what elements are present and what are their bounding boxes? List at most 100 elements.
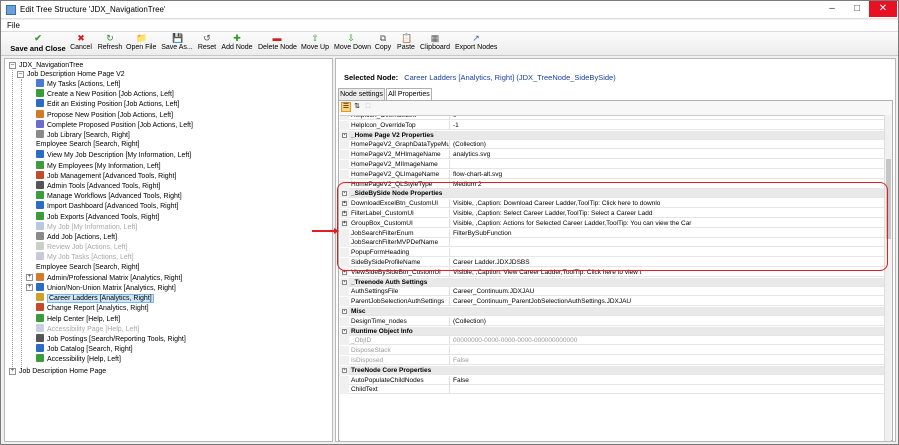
property-value[interactable]: False xyxy=(453,376,883,385)
expand-toggle[interactable]: + xyxy=(342,269,347,275)
expand-toggle[interactable]: - xyxy=(342,328,347,334)
property-row[interactable]: ChildText xyxy=(340,385,885,395)
tree-node[interactable]: My Job Tasks [Actions, Left] xyxy=(36,252,134,261)
tree-node[interactable]: Create a New Position [Job Actions, Left… xyxy=(36,89,174,98)
close-button[interactable]: ✕ xyxy=(869,1,897,17)
property-category[interactable]: - _SideBySide Node Properties xyxy=(340,189,885,199)
property-value[interactable]: Career_Continuum_ParentJobSelectionAuthS… xyxy=(453,297,883,306)
property-row[interactable]: HelpIcon_OverrideTop -1 xyxy=(340,120,885,130)
copy-button[interactable]: ⧉ Copy xyxy=(373,33,393,55)
property-pages-icon[interactable]: □ xyxy=(363,102,373,112)
property-category[interactable]: - Misc xyxy=(340,307,885,316)
sort-alpha-icon[interactable]: ⇅ xyxy=(352,102,362,112)
property-row[interactable]: AutoPopulateChildNodes False xyxy=(340,375,885,385)
expand-home-v2-toggle[interactable]: – xyxy=(17,71,24,78)
property-value[interactable]: Visible, ,Caption: Select Career Ladder,… xyxy=(453,209,883,218)
expand-toggle[interactable]: + xyxy=(342,211,347,216)
property-row[interactable]: HomePageV2_QLStyleType Medium 2 xyxy=(340,179,885,189)
minimize-button[interactable]: – xyxy=(819,1,845,17)
categorized-icon[interactable]: ☰ xyxy=(341,102,351,112)
tree-node-home-v2[interactable]: Job Description Home Page V2 xyxy=(27,70,125,79)
move-up-button[interactable]: ⇧ Move Up xyxy=(301,33,329,55)
tree-node[interactable]: Job Exports [Advanced Tools, Right] xyxy=(36,211,159,221)
tree-node[interactable]: Accessibility Page [Help, Left] xyxy=(36,323,139,333)
property-row[interactable]: AuthSettingsFile Career_Continuum.JDXJAU xyxy=(340,287,885,297)
property-row[interactable]: DisposeStack xyxy=(340,346,885,356)
maximize-button[interactable]: □ xyxy=(844,1,870,17)
tree-node[interactable]: Employee Search [Search, Right] xyxy=(36,140,140,149)
tree-node[interactable]: Edit an Existing Position [Job Actions, … xyxy=(36,99,179,108)
property-row[interactable]: HomePageV2_GraphDataTypeMulti (Collection… xyxy=(340,140,885,150)
property-row[interactable]: + ViewSideBySideBtn_CustomUI Visible, ,Cap… xyxy=(340,267,885,277)
expand-toggle[interactable]: + xyxy=(342,220,347,226)
property-grid-scrollbar[interactable] xyxy=(884,115,891,441)
tree-node[interactable]: Admin/Professional Matrix [Analytics, Ri… xyxy=(36,272,182,282)
property-row[interactable]: JobSearchFilterEnum FilterBySubFunction xyxy=(340,228,885,238)
save-as-button[interactable]: 💾 Save As... xyxy=(161,33,193,55)
move-down-button[interactable]: ⇩ Move Down xyxy=(334,33,371,55)
property-row[interactable]: _ObjID 00000000-0000-0000-0000-0000000000… xyxy=(340,336,885,346)
property-row[interactable]: DesignTime_nodes (Collection) xyxy=(340,316,885,326)
expand-toggle[interactable]: - xyxy=(342,279,347,285)
tree-node[interactable]: My Job [My Information, Left] xyxy=(36,221,137,231)
property-row[interactable]: HomePageV2_QLImageName flow-chart-alt.svg xyxy=(340,169,885,179)
tree-node[interactable]: Import Dashboard [Advanced Tools, Right] xyxy=(36,201,178,210)
property-category[interactable]: - _Treenode Auth Settings xyxy=(340,277,885,287)
export-nodes-button[interactable]: ↗ Export Nodes xyxy=(455,33,497,55)
tab-node-settings[interactable]: Node settings xyxy=(338,88,385,100)
expand-toggle[interactable]: + xyxy=(26,284,33,291)
property-row[interactable]: JobSearchFilterMVPDefName xyxy=(340,238,885,248)
property-value[interactable]: analytics.svg xyxy=(453,150,883,159)
tree-node[interactable]: Job Catalog [Search, Right] xyxy=(36,344,133,353)
property-category[interactable]: - Runtime Object Info xyxy=(340,326,885,336)
expand-root-toggle[interactable]: – xyxy=(9,62,16,69)
delete-node-button[interactable]: ▬ Delete Node xyxy=(258,33,297,55)
expand-toggle[interactable]: + xyxy=(26,273,33,281)
tree-node[interactable]: Job Postings [Search/Reporting Tools, Ri… xyxy=(36,334,186,343)
property-value[interactable]: -1 xyxy=(453,121,883,130)
tree-node[interactable]: Propose New Position [Job Actions, Left] xyxy=(36,109,173,119)
property-value[interactable]: Visible, ,Caption: Download Career Ladde… xyxy=(453,199,883,208)
expand-toggle[interactable]: - xyxy=(342,132,347,138)
menu-file[interactable]: File xyxy=(7,21,20,30)
tree-node[interactable]: My Employees [My Information, Left] xyxy=(36,160,161,170)
expand-toggle[interactable]: - xyxy=(342,191,347,197)
refresh-button[interactable]: ↻ Refresh xyxy=(96,33,124,55)
property-row[interactable]: + FilterLabel_CustomUI Visible, ,Caption: … xyxy=(340,209,885,218)
tree-node-home[interactable]: Job Description Home Page xyxy=(19,367,106,376)
tree-node[interactable]: Complete Proposed Position [Job Actions,… xyxy=(36,119,193,129)
tree-node[interactable]: My Tasks [Actions, Left] xyxy=(36,79,120,88)
property-row[interactable]: HelpIcon_OverrideLeft 0 xyxy=(340,116,885,120)
expand-home-toggle[interactable]: + xyxy=(9,368,16,375)
tree-node[interactable]: Career Ladders [Analytics, Right] xyxy=(36,293,154,304)
property-category[interactable]: - TreeNode Core Properties xyxy=(340,365,885,375)
tree-node[interactable]: Accessibility [Help, Left] xyxy=(36,354,121,363)
property-value[interactable]: Visible, ,Caption: View Career Ladder,To… xyxy=(453,268,883,277)
open-file-button[interactable]: 📁 Open File xyxy=(126,33,156,55)
property-value[interactable]: Medium 2 xyxy=(453,180,883,189)
tree-node[interactable]: Manage Workflows [Advanced Tools, Right] xyxy=(36,191,182,200)
property-value[interactable]: (Collection) xyxy=(453,317,883,326)
cancel-button[interactable]: ✖ Cancel xyxy=(69,33,93,55)
property-value[interactable]: 0 xyxy=(453,116,883,120)
reset-button[interactable]: ↺ Reset xyxy=(197,33,217,55)
add-node-button[interactable]: ✚ Add Node xyxy=(221,33,253,55)
save-close-button[interactable]: ✔ Save and Close xyxy=(10,33,66,55)
property-row[interactable]: HomePageV2_MIImageName xyxy=(340,160,885,169)
expand-toggle[interactable]: - xyxy=(342,367,347,373)
property-row[interactable]: ParentJobSelectionAuthSettings Career_Con… xyxy=(340,297,885,307)
paste-button[interactable]: 📋 Paste xyxy=(396,33,416,55)
tree-node[interactable]: Admin Tools [Advanced Tools, Right] xyxy=(36,181,160,190)
tree-node[interactable]: Change Report [Analytics, Right] xyxy=(36,303,149,312)
property-category[interactable]: - _Home Page V2 Properties xyxy=(340,130,885,140)
property-row[interactable]: PopupFormHeading xyxy=(340,248,885,258)
property-value[interactable]: Career_Continuum.JDXJAU xyxy=(453,287,883,296)
tree-node[interactable]: Employee Search [Search, Right] xyxy=(36,263,140,272)
tree-node[interactable]: View My Job Description [My Information,… xyxy=(36,150,191,159)
property-row[interactable]: + DownloadExcelBtn_CustomUI Visible, ,Capt… xyxy=(340,199,885,209)
property-value[interactable]: False xyxy=(453,356,883,365)
property-value[interactable]: Career Ladder.JDXJDSBS xyxy=(453,258,883,267)
tree-node[interactable]: Job Management [Advanced Tools, Right] xyxy=(36,170,176,180)
property-value[interactable]: FilterBySubFunction xyxy=(453,229,883,238)
tree-node[interactable]: Review Job [Actions, Left] xyxy=(36,242,128,251)
